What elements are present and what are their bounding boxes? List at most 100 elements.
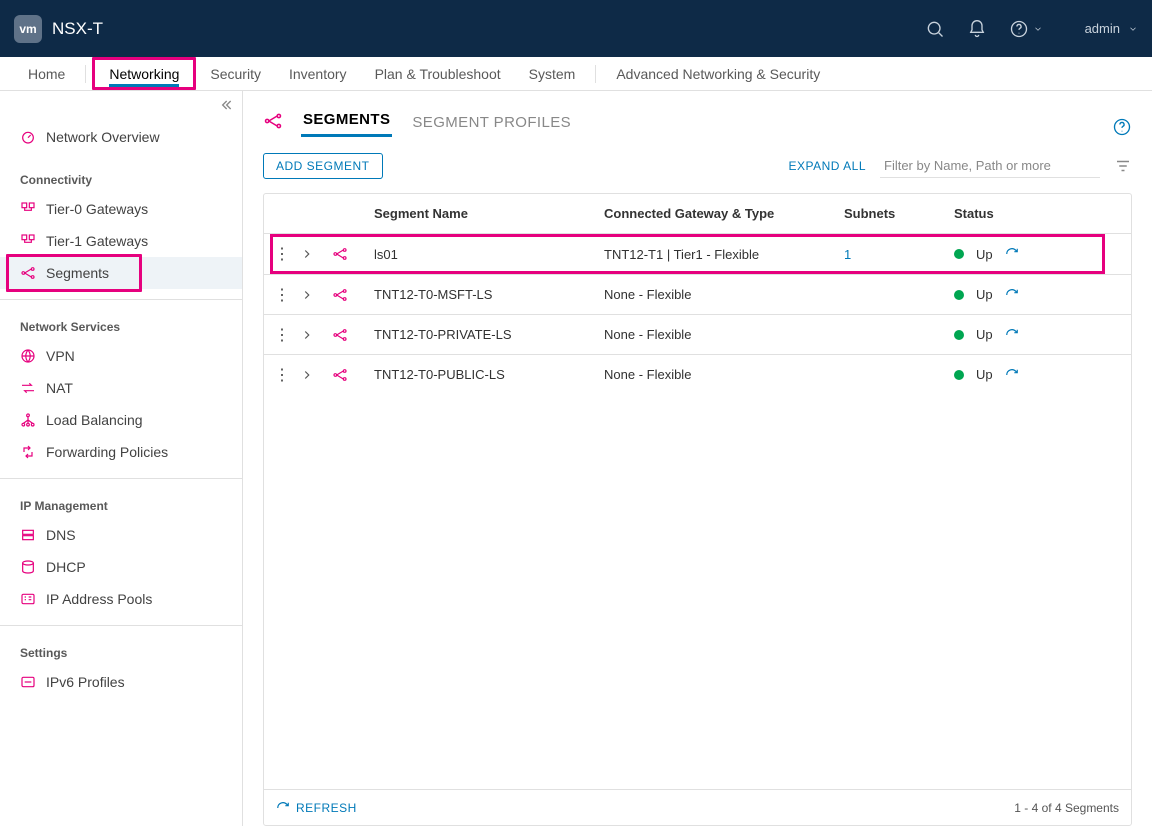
- help-icon[interactable]: [1112, 117, 1132, 137]
- ippool-icon: [20, 591, 36, 607]
- sidebar-item-vpn[interactable]: VPN: [0, 340, 242, 372]
- segment-icon: [20, 265, 36, 281]
- sidebar-item-load-balancing[interactable]: Load Balancing: [0, 404, 242, 436]
- dashboard-icon: [20, 129, 36, 145]
- refresh-status-icon[interactable]: [1005, 288, 1019, 302]
- expand-all-button[interactable]: EXPAND ALL: [789, 159, 866, 173]
- cell-subnets[interactable]: 1: [840, 247, 950, 262]
- sidebar-item-overview[interactable]: Network Overview: [0, 121, 242, 153]
- tier-icon: [20, 201, 36, 217]
- row-actions-icon[interactable]: ⋮: [264, 285, 296, 305]
- notifications-icon[interactable]: [967, 19, 987, 39]
- table-footer: REFRESH 1 - 4 of 4 Segments: [264, 789, 1131, 825]
- col-segment-name[interactable]: Segment Name: [370, 206, 600, 221]
- user-name: admin: [1085, 21, 1120, 36]
- sidebar-item-dhcp[interactable]: DHCP: [0, 551, 242, 583]
- nav-separator: [595, 65, 596, 83]
- chevron-down-icon: [1033, 24, 1043, 34]
- cell-status: Up: [950, 247, 1130, 262]
- row-actions-icon[interactable]: ⋮: [264, 244, 296, 264]
- col-status[interactable]: Status: [950, 206, 1130, 221]
- filter-icon[interactable]: [1114, 157, 1132, 175]
- sidebar-item-tier0[interactable]: Tier-0 Gateways: [0, 193, 242, 225]
- expand-row-icon[interactable]: [296, 247, 328, 261]
- sidebar-section-connectivity: Connectivity: [0, 153, 242, 193]
- sidebar-section-settings: Settings: [0, 626, 242, 666]
- sidebar-section-network-services: Network Services: [0, 300, 242, 340]
- dhcp-icon: [20, 559, 36, 575]
- table-row: ⋮ ls01TNT12-T1 | Tier1 - Flexible1Up: [264, 234, 1131, 274]
- refresh-status-icon[interactable]: [1005, 368, 1019, 382]
- cell-gateway: TNT12-T1 | Tier1 - Flexible: [600, 247, 840, 262]
- segment-icon: [328, 327, 370, 343]
- toolbar: ADD SEGMENT EXPAND ALL: [263, 153, 1132, 179]
- nav-tab-advanced[interactable]: Advanced Networking & Security: [602, 57, 834, 90]
- segment-icon: [263, 111, 283, 137]
- topbar: vm NSX-T admin: [0, 0, 1152, 57]
- sidebar-item-label: DHCP: [46, 559, 86, 575]
- main-content: SEGMENTS SEGMENT PROFILES ADD SEGMENT EX…: [243, 91, 1152, 826]
- help-menu[interactable]: [1009, 19, 1043, 39]
- cell-gateway: None - Flexible: [600, 327, 840, 342]
- segment-icon: [328, 246, 370, 262]
- vpn-icon: [20, 348, 36, 364]
- add-segment-button[interactable]: ADD SEGMENT: [263, 153, 383, 179]
- collapse-sidebar-icon[interactable]: [218, 97, 234, 113]
- cell-status: Up: [950, 367, 1130, 382]
- active-underline: [109, 84, 179, 87]
- user-menu[interactable]: admin: [1085, 21, 1138, 36]
- refresh-button[interactable]: REFRESH: [276, 801, 357, 815]
- segment-icon: [328, 367, 370, 383]
- sidebar-item-label: Tier-0 Gateways: [46, 201, 148, 217]
- nav-tab-system[interactable]: System: [515, 57, 590, 90]
- sidebar-item-label: IPv6 Profiles: [46, 674, 125, 690]
- sidebar-item-tier1[interactable]: Tier-1 Gateways: [0, 225, 242, 257]
- table-header: Segment Name Connected Gateway & Type Su…: [264, 194, 1131, 234]
- sidebar-item-segments[interactable]: Segments: [0, 257, 242, 289]
- expand-row-icon[interactable]: [296, 328, 328, 342]
- col-gateway[interactable]: Connected Gateway & Type: [600, 206, 840, 221]
- sidebar-item-label: Forwarding Policies: [46, 444, 168, 460]
- cell-segment-name: TNT12-T0-MSFT-LS: [370, 287, 600, 302]
- sidebar-item-label: IP Address Pools: [46, 591, 152, 607]
- app-title: NSX-T: [52, 19, 103, 39]
- nav-tab-inventory[interactable]: Inventory: [275, 57, 361, 90]
- sidebar-item-label: Network Overview: [46, 129, 160, 145]
- row-actions-icon[interactable]: ⋮: [264, 365, 296, 385]
- expand-row-icon[interactable]: [296, 288, 328, 302]
- cell-segment-name: ls01: [370, 247, 600, 262]
- row-actions-icon[interactable]: ⋮: [264, 325, 296, 345]
- status-dot-icon: [954, 330, 964, 340]
- nav-tab-security[interactable]: Security: [196, 57, 275, 90]
- sidebar-item-label: Tier-1 Gateways: [46, 233, 148, 249]
- search-icon[interactable]: [925, 19, 945, 39]
- nav-separator: [85, 65, 86, 83]
- sidebar-item-nat[interactable]: NAT: [0, 372, 242, 404]
- refresh-status-icon[interactable]: [1005, 247, 1019, 261]
- nat-icon: [20, 380, 36, 396]
- page-tabs: SEGMENTS SEGMENT PROFILES: [263, 105, 1132, 137]
- sidebar-section-ip-management: IP Management: [0, 479, 242, 519]
- nav-tab-networking[interactable]: Networking: [92, 57, 196, 90]
- nav-tab-plan-troubleshoot[interactable]: Plan & Troubleshoot: [361, 57, 515, 90]
- cell-status: Up: [950, 327, 1130, 342]
- sidebar-item-ip-pools[interactable]: IP Address Pools: [0, 583, 242, 615]
- nav-tab-home[interactable]: Home: [14, 57, 79, 90]
- cell-status: Up: [950, 287, 1130, 302]
- filter-input[interactable]: [880, 154, 1100, 178]
- cell-segment-name: TNT12-T0-PUBLIC-LS: [370, 367, 600, 382]
- sidebar-item-forwarding-policies[interactable]: Forwarding Policies: [0, 436, 242, 468]
- chevron-down-icon: [1128, 24, 1138, 34]
- table-row: ⋮TNT12-T0-PUBLIC-LSNone - FlexibleUp: [264, 354, 1131, 394]
- dns-icon: [20, 527, 36, 543]
- sidebar-item-dns[interactable]: DNS: [0, 519, 242, 551]
- expand-row-icon[interactable]: [296, 368, 328, 382]
- sidebar: Network Overview Connectivity Tier-0 Gat…: [0, 91, 243, 826]
- refresh-status-icon[interactable]: [1005, 328, 1019, 342]
- sidebar-item-ipv6[interactable]: IPv6 Profiles: [0, 666, 242, 698]
- tab-segment-profiles[interactable]: SEGMENT PROFILES: [410, 108, 573, 137]
- cell-gateway: None - Flexible: [600, 287, 840, 302]
- tab-segments[interactable]: SEGMENTS: [301, 105, 392, 137]
- col-subnets[interactable]: Subnets: [840, 206, 950, 221]
- vmware-logo: vm: [14, 15, 42, 43]
